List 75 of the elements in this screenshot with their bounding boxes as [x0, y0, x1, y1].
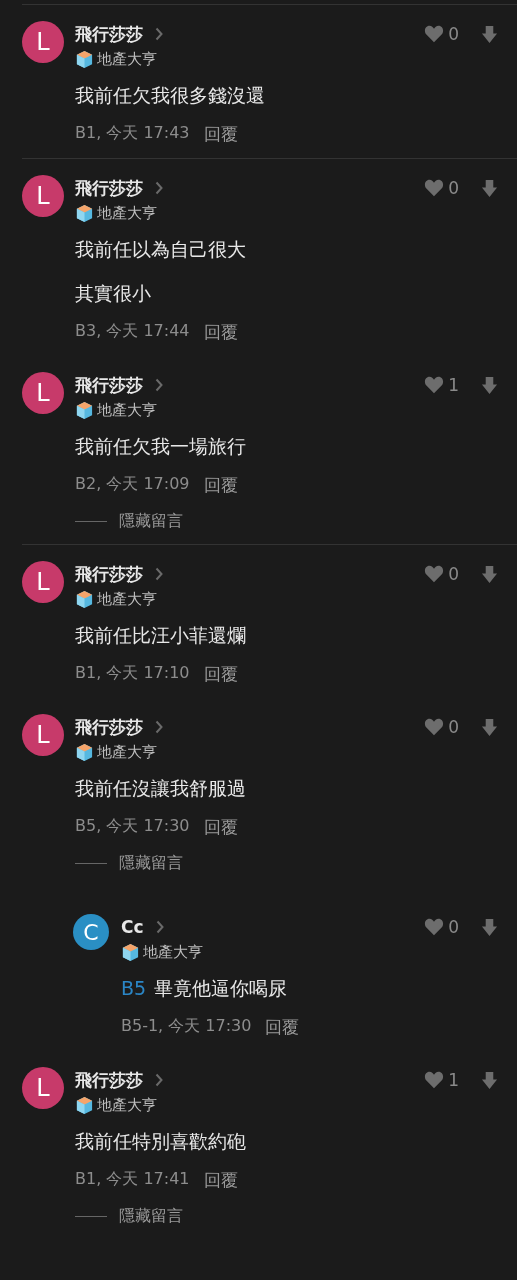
- chevron-icon: [155, 27, 163, 41]
- user-name[interactable]: 飛行莎莎: [75, 176, 143, 200]
- avatar[interactable]: L: [22, 175, 64, 217]
- like-button[interactable]: 1: [424, 375, 459, 395]
- down-arrow-icon[interactable]: [481, 24, 498, 44]
- user-name[interactable]: 飛行莎莎: [75, 715, 143, 739]
- user-title: 地產大亨: [97, 204, 157, 223]
- comment-text: 其實很小: [75, 281, 152, 306]
- cube-icon: [75, 204, 94, 223]
- floor-time: B1, 今天 17:43: [75, 123, 190, 144]
- down-arrow-icon[interactable]: [481, 564, 498, 584]
- floor-time: B1, 今天 17:10: [75, 663, 190, 684]
- avatar[interactable]: L: [22, 714, 64, 756]
- avatar[interactable]: L: [22, 21, 64, 63]
- like-button[interactable]: 0: [424, 564, 459, 584]
- floor-link[interactable]: B5: [121, 970, 147, 1006]
- down-arrow-icon[interactable]: [481, 375, 498, 395]
- down-arrow-icon[interactable]: [481, 178, 498, 198]
- reply-button[interactable]: 回覆: [203, 321, 238, 344]
- reply-button[interactable]: 回覆: [203, 663, 238, 686]
- floor-time: B2, 今天 17:09: [75, 474, 190, 495]
- user-title: 地產大亨: [143, 943, 203, 962]
- reply-button[interactable]: 回覆: [203, 1169, 238, 1192]
- reply-button[interactable]: 回覆: [203, 123, 238, 146]
- chevron-icon: [155, 720, 163, 734]
- user-title: 地產大亨: [97, 50, 157, 69]
- avatar[interactable]: L: [22, 561, 64, 603]
- comment-text: 我前任特別喜歡約砲: [75, 1129, 247, 1154]
- comment-text: 我前任欠我一場旅行: [75, 434, 247, 459]
- cube-icon: [75, 590, 94, 609]
- chevron-icon: [155, 567, 163, 581]
- reply-button[interactable]: 回覆: [203, 816, 238, 839]
- user-title: 地產大亨: [97, 1096, 157, 1115]
- user-name[interactable]: 飛行莎莎: [75, 562, 143, 586]
- user-name[interactable]: 飛行莎莎: [75, 1068, 143, 1092]
- down-arrow-icon[interactable]: [481, 717, 498, 737]
- chevron-icon: [155, 378, 163, 392]
- hide-replies-button[interactable]: 隱藏留言: [75, 853, 183, 874]
- comment-text: 畢竟他逼你喝尿: [154, 976, 288, 1001]
- user-title: 地產大亨: [97, 590, 157, 609]
- comment-text: 我前任以為自己很大: [75, 237, 247, 262]
- like-button[interactable]: 0: [424, 917, 459, 937]
- user-name[interactable]: Cc: [121, 917, 144, 937]
- avatar[interactable]: L: [22, 1067, 64, 1109]
- cube-icon: [75, 1096, 94, 1115]
- user-title: 地產大亨: [97, 401, 157, 420]
- avatar[interactable]: C: [73, 914, 109, 950]
- floor-time: B5, 今天 17:30: [75, 816, 190, 837]
- like-button[interactable]: 1: [424, 1070, 459, 1090]
- cube-icon: [75, 50, 94, 69]
- comment-text: 我前任比汪小菲還爛: [75, 623, 247, 648]
- hide-replies-button[interactable]: 隱藏留言: [75, 1206, 183, 1227]
- like-button[interactable]: 0: [424, 24, 459, 44]
- down-arrow-icon[interactable]: [481, 1070, 498, 1090]
- chevron-icon: [155, 920, 164, 934]
- reply-button[interactable]: 回覆: [265, 1016, 300, 1039]
- like-button[interactable]: 0: [424, 717, 459, 737]
- avatar[interactable]: L: [22, 372, 64, 414]
- chevron-icon: [155, 1073, 163, 1087]
- reply-button[interactable]: 回覆: [203, 474, 238, 497]
- floor-time: B3, 今天 17:44: [75, 321, 190, 342]
- cube-icon: [75, 743, 94, 762]
- cube-icon: [121, 943, 140, 962]
- floor-time: B5-1, 今天 17:30: [121, 1016, 252, 1037]
- user-title: 地產大亨: [97, 743, 157, 762]
- comment-text: 我前任沒讓我舒服過: [75, 776, 247, 801]
- chevron-icon: [155, 181, 163, 195]
- down-arrow-icon[interactable]: [481, 917, 498, 937]
- floor-time: B1, 今天 17:41: [75, 1169, 190, 1190]
- user-name[interactable]: 飛行莎莎: [75, 373, 143, 397]
- cube-icon: [75, 401, 94, 420]
- hide-replies-button[interactable]: 隱藏留言: [75, 511, 183, 532]
- like-button[interactable]: 0: [424, 178, 459, 198]
- user-name[interactable]: 飛行莎莎: [75, 22, 143, 46]
- comment-text: 我前任欠我很多錢沒還: [75, 83, 266, 108]
